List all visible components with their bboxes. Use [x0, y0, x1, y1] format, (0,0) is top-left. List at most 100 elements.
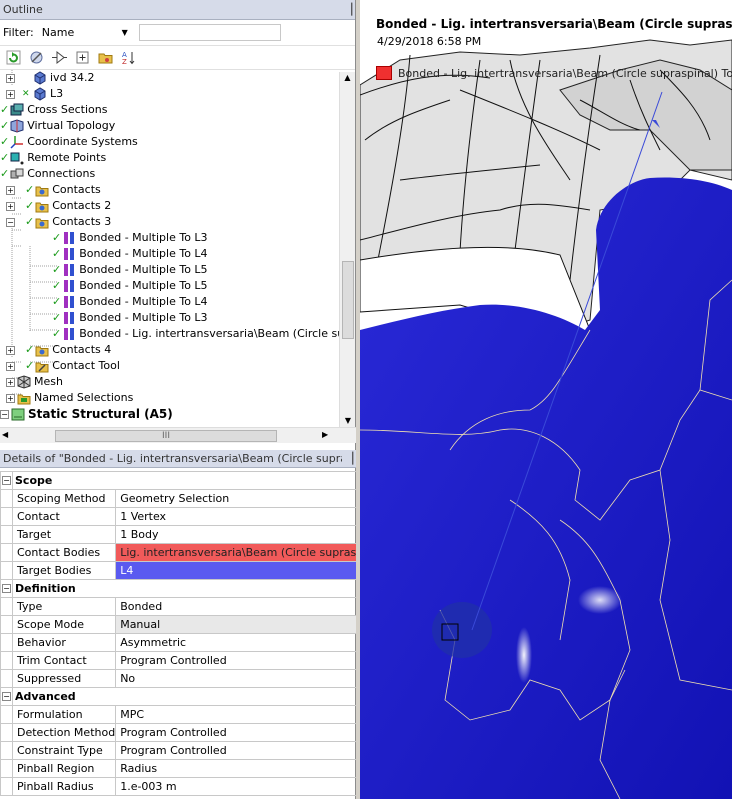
tree-item-bonded-2[interactable]: ✓ Bonded - Multiple To L4: [52, 246, 208, 262]
expand-icon[interactable]: +: [6, 377, 15, 387]
folder-icon[interactable]: [96, 48, 115, 67]
detail-label: Trim Contact: [11, 651, 117, 670]
plus-box-icon[interactable]: [73, 48, 92, 67]
detail-row[interactable]: Type Bonded: [0, 597, 378, 616]
tree-item-contacts-2[interactable]: + ✓ Contacts 2: [6, 198, 111, 214]
detail-row[interactable]: Target 1 Body: [0, 525, 378, 544]
expand-icon[interactable]: +: [6, 393, 15, 403]
detail-value[interactable]: Program Controlled: [115, 723, 378, 742]
tree-item-bonded-4[interactable]: ✓ Bonded - Multiple To L5: [52, 278, 208, 294]
detail-value[interactable]: Manual: [115, 615, 378, 634]
tree-item-bonded-6[interactable]: ✓ Bonded - Multiple To L3: [52, 310, 208, 326]
contact-bodies-value[interactable]: Lig. intertransversaria\Beam (Circle sup…: [115, 543, 378, 562]
tree-item-virtual-topology[interactable]: ✓ Virtual Topology: [0, 118, 115, 134]
detail-value[interactable]: 1.e-003 m: [115, 777, 378, 796]
graphics-viewport[interactable]: Bonded - Lig. intertransversaria\Beam (C…: [360, 0, 732, 799]
collapse-icon[interactable]: −: [0, 687, 13, 706]
tree-item-remote-points[interactable]: ✓ Remote Points: [0, 150, 106, 166]
detail-row-contact-bodies[interactable]: Contact Bodies Lig. intertransversaria\Be…: [0, 543, 378, 562]
detail-row[interactable]: Formulation MPC: [0, 705, 378, 724]
horizontal-scroll-thumb[interactable]: III: [55, 430, 277, 442]
tree-item-l3[interactable]: + ✕ L3: [6, 86, 63, 102]
tree-item-static-structural[interactable]: − Static Structural (A5): [0, 406, 173, 422]
detail-row[interactable]: Suppressed No: [0, 669, 378, 688]
tree-item-cross-sections[interactable]: ✓ Cross Sections: [0, 102, 107, 118]
tree-item-bonded-3[interactable]: ✓ Bonded - Multiple To L5: [52, 262, 208, 278]
tree-item-contacts-3[interactable]: − ✓ Contacts 3: [6, 214, 111, 230]
detail-value[interactable]: 1 Body: [115, 525, 378, 544]
detail-value[interactable]: Geometry Selection: [115, 489, 378, 508]
tree-item-bonded-1[interactable]: ✓ Bonded - Multiple To L3: [52, 230, 208, 246]
scroll-up-icon[interactable]: ▲: [340, 72, 355, 84]
expand-icon[interactable]: +: [6, 89, 15, 99]
outline-horizontal-scrollbar[interactable]: ◀ III ▶: [0, 427, 356, 443]
expand-icon[interactable]: +: [6, 73, 15, 83]
detail-value[interactable]: No: [115, 669, 378, 688]
collapse-icon[interactable]: −: [6, 217, 15, 227]
expand-tree-icon[interactable]: [50, 48, 69, 67]
scroll-thumb[interactable]: [342, 261, 354, 339]
tree-item-connections[interactable]: ✓ Connections: [0, 166, 95, 182]
tree-item-mesh[interactable]: + Mesh: [6, 374, 63, 390]
mesh-check-icon: ✕: [22, 89, 30, 99]
detail-row[interactable]: Pinball Radius 1.e-003 m: [0, 777, 378, 796]
detail-row[interactable]: Behavior Asymmetric: [0, 633, 378, 652]
detail-row[interactable]: Detection Method Program Controlled: [0, 723, 378, 742]
collapse-icon[interactable]: −: [0, 409, 9, 419]
contacts-folder-icon: [35, 215, 49, 229]
check-icon: ✓: [0, 103, 10, 116]
scroll-right-icon[interactable]: ▶: [322, 430, 328, 439]
section-row-definition[interactable]: − Definition: [0, 579, 378, 598]
expand-icon[interactable]: +: [6, 361, 15, 371]
collapse-icon[interactable]: −: [0, 471, 13, 490]
filter-input[interactable]: [138, 24, 281, 41]
bonded-contact-icon: [62, 279, 76, 293]
detail-value[interactable]: MPC: [115, 705, 378, 724]
collapse-icon[interactable]: −: [0, 579, 13, 598]
scroll-down-icon[interactable]: ▼: [340, 415, 356, 427]
target-bodies-value[interactable]: L4: [115, 561, 378, 580]
viewport-date: 4/29/2018 6:58 PM: [377, 35, 482, 48]
outline-vertical-scrollbar[interactable]: ▲ ▼: [339, 72, 355, 427]
refresh-icon[interactable]: [4, 48, 23, 67]
tree-item-named-selections[interactable]: + Named Selections: [6, 390, 133, 406]
tree-item-coordinate-systems[interactable]: ✓ Coordinate Systems: [0, 134, 138, 150]
detail-row[interactable]: Scoping Method Geometry Selection: [0, 489, 378, 508]
sort-az-icon[interactable]: AZ: [119, 48, 138, 67]
expand-icon[interactable]: +: [6, 345, 15, 355]
mesh-icon: [17, 375, 31, 389]
section-row-scope[interactable]: − Scope: [0, 471, 378, 490]
connections-icon: [10, 167, 24, 181]
model-render[interactable]: [360, 0, 732, 799]
check-icon: ✓: [52, 327, 62, 340]
cross-sections-icon: [10, 103, 24, 117]
tree-item-contact-tool[interactable]: + ✓ Contact Tool: [6, 358, 120, 374]
scroll-left-icon[interactable]: ◀: [2, 430, 8, 439]
detail-value[interactable]: Program Controlled: [115, 741, 378, 760]
detail-row[interactable]: Constraint Type Program Controlled: [0, 741, 378, 760]
detail-row[interactable]: Trim Contact Program Controlled: [0, 651, 378, 670]
expand-icon[interactable]: +: [6, 201, 15, 211]
section-row-advanced[interactable]: − Advanced: [0, 687, 378, 706]
tree-item-ivd[interactable]: + ivd 34.2: [6, 70, 95, 86]
detail-value[interactable]: Asymmetric: [115, 633, 378, 652]
tree-item-bonded-selected[interactable]: ✓ Bonded - Lig. intertransversaria\Beam …: [52, 326, 355, 342]
detail-row-target-bodies[interactable]: Target Bodies L4: [0, 561, 378, 580]
detail-value[interactable]: Program Controlled: [115, 651, 378, 670]
check-icon: ✓: [25, 359, 35, 372]
suppress-icon[interactable]: [27, 48, 46, 67]
detail-value[interactable]: 1 Vertex: [115, 507, 378, 526]
tree-item-contacts[interactable]: + ✓ Contacts: [6, 182, 101, 198]
expand-icon[interactable]: +: [6, 185, 15, 195]
detail-value[interactable]: Radius: [115, 759, 378, 778]
tree-label: Bonded - Multiple To L5: [79, 279, 208, 292]
tree-item-bonded-5[interactable]: ✓ Bonded - Multiple To L4: [52, 294, 208, 310]
tree-item-contacts-4[interactable]: + ✓ Contacts 4: [6, 342, 111, 358]
pin-icon[interactable]: ▕: [341, 3, 355, 16]
pin-icon[interactable]: ▕: [342, 452, 356, 465]
detail-row[interactable]: Pinball Region Radius: [0, 759, 378, 778]
detail-row[interactable]: Contact 1 Vertex: [0, 507, 378, 526]
filter-select[interactable]: Name ▼: [38, 24, 131, 41]
detail-value[interactable]: Bonded: [115, 597, 378, 616]
detail-row[interactable]: Scope Mode Manual: [0, 615, 378, 634]
